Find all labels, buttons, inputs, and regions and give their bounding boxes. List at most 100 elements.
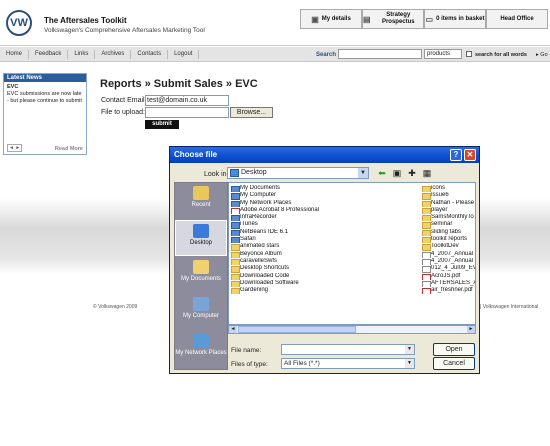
horizontal-scrollbar[interactable]: ◄ ► (228, 325, 476, 334)
list-item[interactable]: AFTERSALES_A (422, 280, 475, 288)
list-item[interactable]: ToolkitDev (422, 243, 475, 251)
desktop-icon (230, 169, 239, 177)
nav-home[interactable]: Home (0, 49, 30, 59)
submit-button[interactable]: submit (145, 120, 179, 129)
look-in-select[interactable]: Desktop ▼ (227, 167, 369, 179)
cancel-button[interactable]: Cancel (433, 357, 475, 370)
strategy-button[interactable]: ▤ Strategy Prospectus (362, 9, 424, 29)
nav-links[interactable]: Links (68, 49, 96, 59)
list-item[interactable]: Safari (231, 236, 351, 244)
file-column-2: icons Issue6 Nathan - Please player Sams… (422, 185, 475, 295)
list-item[interactable]: Issue6 (422, 192, 475, 200)
view-menu-icon[interactable]: ▦ (421, 167, 433, 179)
basket-button[interactable]: ▭ 0 items in basket (424, 9, 486, 29)
choose-file-dialog: Choose file ? ✕ Look in: Desktop ▼ ⬅ ▣ ✚… (169, 146, 480, 374)
folder-icon (193, 260, 209, 274)
file-type-select[interactable]: All Files (*.*) ▼ (281, 358, 415, 369)
dialog-toolbar: ⬅ ▣ ✚ ▦ (376, 167, 433, 179)
all-words-checkbox[interactable] (466, 51, 472, 57)
desktop-icon (193, 224, 209, 238)
place-my-network[interactable]: My Network Places (175, 331, 227, 367)
user-icon: ▣ (311, 14, 319, 24)
chevron-down-icon: ▼ (358, 168, 368, 178)
look-in-label: Look in: (204, 171, 229, 178)
head-office-button[interactable]: Head Office (486, 9, 548, 29)
top-buttons: ▣ My details ▤ Strategy Prospectus ▭ 0 item… (300, 9, 548, 29)
vw-logo: VW (6, 10, 32, 36)
list-item[interactable]: caravelleSwfs (231, 258, 351, 266)
file-upload-input[interactable] (145, 107, 229, 118)
search-go-button[interactable]: ▸ Go (536, 52, 548, 58)
scroll-thumb[interactable] (238, 326, 356, 333)
list-item[interactable]: My Network Places (231, 200, 351, 207)
list-item[interactable]: player (422, 207, 475, 215)
list-item[interactable]: icons (422, 185, 475, 193)
latest-news-panel: Latest News EVC EVC submissions are now … (3, 73, 87, 155)
scroll-left-icon[interactable]: ◄ (229, 326, 237, 333)
nav-logout[interactable]: Logout (168, 49, 200, 59)
document-icon: ▤ (363, 14, 371, 24)
list-item[interactable]: 4_2007_Annual (422, 258, 475, 266)
nav-archives[interactable]: Archives (95, 49, 132, 59)
place-my-documents[interactable]: My Documents (175, 257, 227, 293)
chevron-down-icon[interactable]: ▼ (405, 359, 414, 368)
nav-feedback[interactable]: Feedback (29, 49, 69, 59)
file-list[interactable]: My Documents My Computer My Network Plac… (228, 182, 476, 325)
file-upload-label: File to upload: (101, 109, 145, 116)
list-item[interactable]: sliding tabs (422, 229, 475, 237)
search-label: Search (316, 52, 337, 58)
close-icon[interactable]: ✕ (464, 149, 476, 161)
list-item[interactable]: Downloaded Code (231, 273, 351, 280)
browse-button[interactable]: Browse... (230, 107, 273, 118)
network-icon (193, 334, 209, 348)
new-folder-icon[interactable]: ✚ (406, 167, 418, 179)
up-folder-icon[interactable]: ▣ (391, 167, 403, 179)
open-button[interactable]: Open (433, 343, 475, 356)
news-footer: ◄ ► Read More (7, 144, 83, 152)
list-item[interactable]: toolkit reports (422, 236, 475, 244)
list-item[interactable]: SamsMonthlyTo (422, 214, 475, 222)
search-category-select[interactable]: products (424, 49, 462, 59)
read-more-link[interactable]: Read More (55, 146, 83, 152)
list-item[interactable]: Downloaded Software (231, 280, 351, 288)
list-item[interactable]: air_freshner.pdf (422, 287, 475, 295)
scroll-right-icon[interactable]: ► (467, 326, 475, 333)
back-icon[interactable]: ⬅ (376, 167, 388, 179)
list-item[interactable]: 4_2007_Annual (422, 251, 475, 258)
my-details-button[interactable]: ▣ My details (300, 9, 362, 29)
list-item[interactable]: Adobe Acrobat 8 Professional (231, 207, 351, 215)
list-item[interactable]: animated stars (231, 243, 351, 251)
file-name-label: File name: (231, 347, 262, 354)
list-item[interactable]: NetBeans IDE 6.1 (231, 229, 351, 237)
dialog-title: Choose file (174, 150, 218, 159)
news-heading: Latest News (4, 74, 86, 82)
list-item[interactable]: 012_4_Jul09_EV (422, 265, 475, 273)
help-icon[interactable]: ? (450, 149, 462, 161)
list-item[interactable]: InfraRecorder (231, 214, 351, 222)
place-my-computer[interactable]: My Computer (175, 294, 227, 330)
place-desktop[interactable]: Desktop (175, 220, 227, 256)
list-item[interactable]: Beyonce Album (231, 251, 351, 258)
brand: The Aftersales Toolkit Volkswagen's Comp… (44, 16, 205, 34)
list-item[interactable]: My Documents (231, 185, 351, 193)
file-type-label: Files of type: (231, 361, 268, 368)
list-item[interactable]: Desktop Shortcuts (231, 265, 351, 273)
list-item[interactable]: My Computer (231, 192, 351, 200)
site-subtitle: Volkswagen's Comprehensive Aftersales Ma… (44, 27, 205, 34)
all-words-label: search for all words (475, 52, 527, 58)
list-item[interactable]: iTunes (231, 221, 351, 229)
chevron-down-icon[interactable]: ▼ (405, 345, 414, 354)
file-name-input[interactable]: ▼ (281, 344, 415, 355)
news-pager[interactable]: ◄ ► (7, 144, 23, 152)
list-item[interactable]: Gardening (231, 287, 351, 295)
contact-email-input[interactable]: test@domain.co.uk (145, 95, 229, 106)
dialog-titlebar[interactable]: Choose file ? ✕ (170, 147, 479, 163)
list-item[interactable]: seminar (422, 221, 475, 229)
list-item[interactable]: AcroJS.pdf (422, 273, 475, 280)
list-item[interactable]: Nathan - Please (422, 200, 475, 207)
nav-contacts[interactable]: Contacts (131, 49, 169, 59)
page-title: Reports » Submit Sales » EVC (100, 78, 258, 90)
search-input[interactable] (338, 49, 422, 59)
contact-email-label: Contact Email: (101, 97, 147, 104)
place-recent[interactable]: Recent (175, 183, 227, 219)
